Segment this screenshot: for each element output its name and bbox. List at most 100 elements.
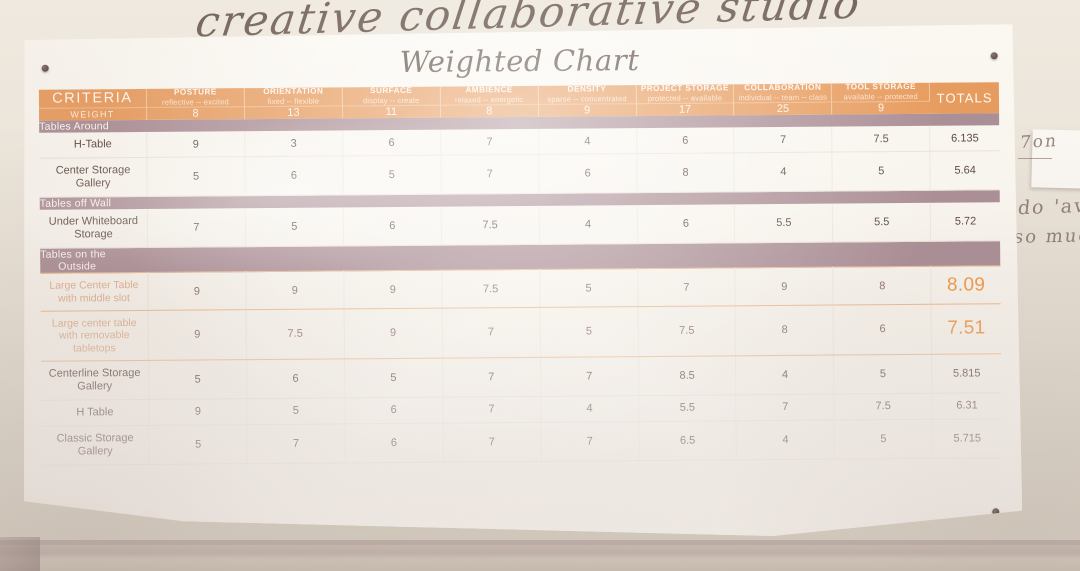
weight-value: 8 — [440, 104, 538, 117]
column-header-name: SURFACE — [369, 85, 413, 96]
table-cell-value: 9 — [147, 131, 245, 157]
table-cell-value: 5 — [834, 419, 932, 459]
table-cell-value: 7.5 — [832, 126, 930, 152]
table-cell-value: 6 — [636, 127, 734, 153]
table-cell-value: 6 — [345, 397, 443, 424]
table-row: Large center table with removable tablet… — [41, 304, 1001, 362]
table-cell-value: 8 — [833, 266, 931, 305]
column-header-project-storage: PROJECT STORAGE protected -- available — [636, 84, 734, 103]
table-cell-value: 6 — [833, 304, 931, 355]
table-cell-value: 7.5 — [246, 309, 344, 360]
column-header-posture: POSTURE reflective -- excited — [146, 88, 244, 107]
pushpin-top-right — [991, 52, 998, 59]
table-cell-value: 5 — [540, 306, 638, 357]
table-cell-value: 9 — [344, 308, 442, 359]
column-header-orientation: ORIENTATION fixed -- flexible — [244, 87, 342, 106]
table-cell-value: 9 — [246, 271, 344, 310]
page-title: Weighted Chart — [399, 43, 640, 79]
table-cell-value: 5 — [245, 207, 343, 246]
wall-baseboard — [0, 545, 1080, 571]
column-header-tool-storage: TOOL STORAGE available -- protected — [832, 83, 930, 102]
table-cell-value: 5 — [149, 425, 247, 465]
table-cell-value: 3 — [245, 131, 343, 157]
row-label: Under Whiteboard Storage — [40, 209, 148, 248]
row-total: 6.31 — [932, 393, 1001, 420]
weight-value: 9 — [832, 101, 930, 114]
row-total: 5.72 — [931, 202, 1001, 241]
weight-value: 9 — [538, 104, 636, 117]
table-cell-value: 5 — [539, 269, 637, 308]
column-header-scale: sparse -- concentrated — [547, 94, 627, 104]
handwriting-note-line3: so much — [1012, 225, 1080, 248]
table-cell-value: 9 — [735, 267, 833, 306]
weight-value: 17 — [636, 103, 734, 116]
column-header-scale: relaxed -- energetic — [454, 94, 524, 105]
row-label: Center Storage Gallery — [39, 158, 147, 198]
weight-value: 11 — [342, 105, 440, 118]
table-cell-value: 4 — [736, 420, 834, 460]
table-cell-value: 6 — [345, 423, 443, 463]
table-cell-value: 4 — [538, 128, 636, 154]
table-cell-value: 6 — [343, 207, 441, 246]
header-criteria: CRITERIA — [39, 89, 147, 108]
handwriting-note-line2: do 'av — [1016, 194, 1080, 220]
table-cell-value: 9 — [344, 270, 442, 309]
row-total: 5.715 — [932, 419, 1002, 458]
column-header-scale: available -- protected — [843, 91, 918, 102]
table-cell-value: 5 — [247, 398, 345, 425]
table-cell-value: 7.5 — [441, 206, 539, 245]
table-cell-value: 8.5 — [638, 356, 736, 396]
table-body: Tables Around H-Table 9 3 6 7 4 6 7 7.5 6.135 Cente… — [39, 113, 1002, 465]
weight-value: 8 — [147, 107, 245, 120]
table-cell-value: 9 — [148, 310, 246, 361]
table-row: Classic Storage Gallery 5 7 6 7 7 6.5 4 5 5.715 — [42, 419, 1002, 465]
table-cell-value: 7 — [442, 357, 540, 397]
weight-value: 13 — [244, 106, 342, 119]
table-cell-value: 4 — [539, 205, 637, 244]
table-cell-value: 7.5 — [834, 393, 932, 420]
column-header-ambience: AMBIENCE relaxed -- energetic — [440, 86, 538, 105]
table-cell-value: 5 — [149, 360, 247, 400]
handwriting-note-rule — [1018, 158, 1052, 159]
table-cell-value: 6 — [539, 154, 637, 194]
row-label: Classic Storage Gallery — [42, 425, 150, 465]
table-cell-value: 7 — [736, 394, 834, 421]
table-cell-value: 8 — [636, 153, 734, 193]
table-cell-value: 7 — [442, 307, 540, 358]
row-label: H-Table — [39, 132, 147, 158]
column-header-density: DENSITY sparse -- concentrated — [538, 85, 636, 104]
table-cell-value: 7 — [540, 357, 638, 397]
weighted-chart-table: CRITERIA POSTURE reflective -- excited ORIE… — [39, 82, 1002, 465]
table-cell-value: 8 — [736, 305, 834, 356]
table-cell-value: 5 — [147, 157, 245, 197]
table-cell-value: 6.5 — [639, 421, 737, 461]
weighted-chart-poster: Weighted Chart CRITERIA POSTURE reflective… — [20, 24, 1022, 542]
table-cell-value: 7 — [734, 127, 832, 153]
column-header-name: AMBIENCE — [465, 85, 513, 95]
table-cell-value: 6 — [246, 359, 344, 399]
table-cell-value: 4 — [540, 396, 638, 423]
table-cell-value: 5 — [832, 151, 930, 191]
header-totals: TOTALS — [930, 82, 999, 114]
row-total: 6.135 — [930, 125, 999, 151]
column-header-scale: individual -- team -- class — [738, 92, 828, 103]
row-total: 8.09 — [931, 266, 1001, 304]
table-cell-value: 5 — [343, 155, 441, 195]
table-cell-value: 5.5 — [735, 204, 833, 243]
row-total: 7.51 — [931, 304, 1001, 355]
row-total: 5.64 — [930, 151, 1000, 190]
table-cell-value: 4 — [736, 355, 834, 395]
table-cell-value: 7 — [443, 422, 541, 462]
table-cell-value: 9 — [149, 399, 247, 426]
column-header-name: ORIENTATION — [263, 86, 324, 97]
table-cell-value: 5 — [344, 358, 442, 398]
table-cell-value: 7 — [440, 129, 538, 155]
row-label: Large Center Table with middle slot — [40, 273, 148, 312]
table-cell-value: 4 — [734, 152, 832, 192]
table-cell-value: 7.5 — [442, 269, 540, 308]
table-cell-value: 9 — [148, 272, 246, 311]
column-header-collaboration: COLLABORATION individual -- team -- class — [734, 84, 832, 103]
table-cell-value: 5.5 — [638, 395, 736, 422]
column-header-name: POSTURE — [173, 87, 217, 97]
table-cell-value: 7.5 — [638, 306, 736, 357]
